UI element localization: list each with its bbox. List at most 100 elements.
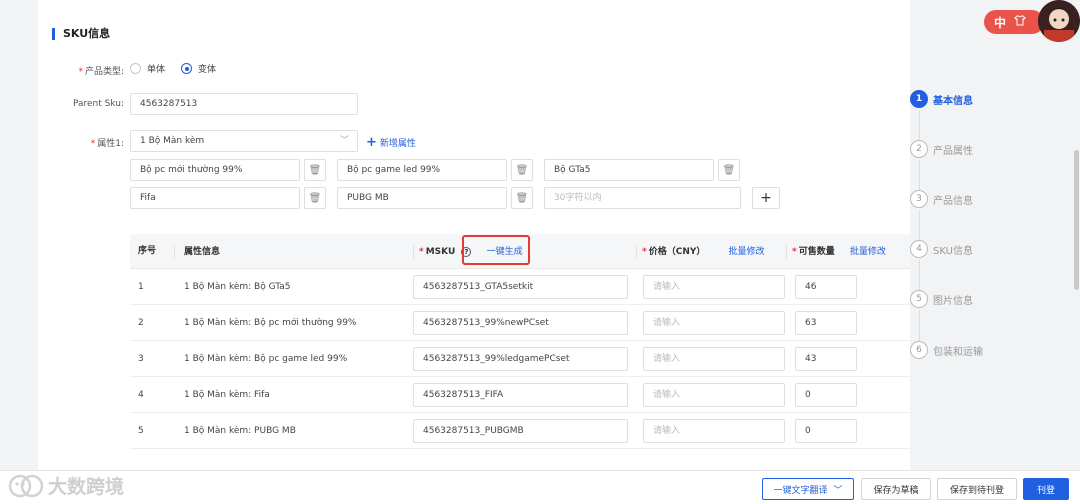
language-toggle[interactable]: 中 (984, 10, 1044, 34)
table-row: 3 1 Bộ Màn kèm: Bộ pc game led 99% 45632… (130, 341, 910, 377)
step-label: SKU信息 (933, 245, 973, 257)
step-label: 基本信息 (933, 95, 973, 107)
avatar[interactable] (1038, 0, 1080, 42)
stock-input[interactable]: 46 (795, 275, 857, 299)
radio-circle (130, 63, 141, 74)
publish-button[interactable]: 刊登 (1023, 478, 1069, 500)
price-input[interactable]: 请输入 (643, 347, 785, 371)
attribute-select-value: 1 Bộ Màn kèm (140, 136, 205, 146)
add-value-button[interactable]: + (752, 187, 780, 209)
scrollbar[interactable] (1074, 150, 1079, 290)
step-number: 2 (910, 140, 928, 158)
shirt-icon (1014, 15, 1026, 29)
stock-input[interactable]: 0 (795, 383, 857, 407)
step-connector (919, 210, 920, 240)
chevron-down-icon: ﹀ (339, 136, 349, 146)
table-row: 2 1 Bộ Màn kèm: Bộ pc mới thường 99% 456… (130, 305, 910, 341)
table-row: 1 1 Bộ Màn kèm: Bộ GTa5 4563287513_GTA5s… (130, 269, 910, 305)
row-index: 4 (138, 390, 144, 400)
radio-single[interactable]: 单体 (130, 62, 165, 75)
plus-icon: + (366, 135, 377, 150)
attribute-value-input[interactable]: PUBG MB (337, 187, 507, 209)
table-row: 4 1 Bộ Màn kèm: Fifa 4563287513_FIFA 请输入… (130, 377, 910, 413)
row-attr: 1 Bộ Màn kèm: Bộ GTa5 (184, 282, 291, 292)
price-input[interactable]: 请输入 (643, 419, 785, 443)
step-label: 图片信息 (933, 295, 973, 307)
translate-button[interactable]: 一键文字翻译 ﹀ (762, 478, 854, 500)
trash-icon[interactable]: 🗑 (511, 159, 533, 181)
trash-icon[interactable]: 🗑 (304, 159, 326, 181)
step-number: 3 (910, 190, 928, 208)
msku-input[interactable]: 4563287513_99%newPCset (413, 311, 628, 335)
price-batch-edit-link[interactable]: 批量修改 (729, 247, 765, 257)
radio-single-label: 单体 (147, 65, 166, 75)
step-image-info[interactable]: 5 图片信息 (910, 290, 973, 308)
parent-sku-input[interactable]: 4563287513 (130, 93, 358, 115)
translate-label: 一键文字翻译 (773, 485, 828, 496)
msku-input[interactable]: 4563287513_PUBGMB (413, 419, 628, 443)
language-label: 中 (994, 15, 1007, 30)
stock-input[interactable]: 0 (795, 419, 857, 443)
radio-variant[interactable]: 变体 (181, 62, 216, 75)
add-attribute-button[interactable]: + 新增属性 (366, 136, 416, 149)
step-sku-info[interactable]: 4 SKU信息 (910, 240, 973, 258)
row-attr: 1 Bộ Màn kèm: Fifa (184, 390, 270, 400)
sku-table: 序号 属性信息 * MSKU ? 一键生成 * 价格（CNY） 批量修改 * 可售数量… (130, 234, 910, 450)
section-title: SKU信息 (52, 28, 110, 40)
step-packaging-shipping[interactable]: 6 包装和运输 (910, 341, 983, 359)
highlight-box (462, 235, 530, 265)
price-input[interactable]: 请输入 (643, 311, 785, 335)
row-index: 5 (138, 426, 144, 436)
price-input[interactable]: 请输入 (643, 275, 785, 299)
save-draft-button[interactable]: 保存为草稿 (861, 478, 931, 500)
col-index: 序号 (138, 246, 157, 256)
msku-input[interactable]: 4563287513_GTA5setkit (413, 275, 628, 299)
step-label: 产品信息 (933, 195, 973, 207)
step-nav: 1 基本信息 2 产品属性 3 产品信息 4 SKU信息 5 图片信息 6 包装… (910, 0, 1080, 470)
brand-watermark: 大数跨境 (8, 472, 124, 499)
col-price: * 价格（CNY） 批量修改 (636, 245, 765, 259)
trash-icon[interactable]: 🗑 (304, 187, 326, 209)
attribute-value-input[interactable]: Bộ GTa5 (544, 159, 714, 181)
stock-input[interactable]: 43 (795, 347, 857, 371)
step-product-attributes[interactable]: 2 产品属性 (910, 140, 973, 158)
parent-sku-label: Parent Sku: (72, 99, 124, 109)
step-connector (919, 260, 920, 290)
radio-variant-label: 变体 (198, 65, 217, 75)
plus-icon: + (760, 190, 772, 206)
step-number: 4 (910, 240, 928, 258)
attribute-value-input[interactable]: Bộ pc mới thường 99% (130, 159, 300, 181)
row-attr: 1 Bộ Màn kèm: Bộ pc mới thường 99% (184, 318, 357, 328)
footer-bar: 一键文字翻译 ﹀ 保存为草稿 保存到待刊登 刊登 (0, 470, 1080, 504)
col-stock: * 可售数量 批量修改 (786, 245, 886, 259)
trash-icon[interactable]: 🗑 (718, 159, 740, 181)
trash-icon[interactable]: 🗑 (511, 187, 533, 209)
price-input[interactable]: 请输入 (643, 383, 785, 407)
step-connector (919, 310, 920, 341)
attribute-select[interactable]: 1 Bộ Màn kèm ﹀ (130, 130, 358, 152)
col-attr: 属性信息 (174, 245, 220, 259)
product-type-label: * 产品类型: (78, 67, 124, 77)
step-connector (919, 160, 920, 190)
save-pending-button[interactable]: 保存到待刊登 (937, 478, 1017, 500)
add-attribute-label: 新增属性 (379, 139, 416, 149)
msku-input[interactable]: 4563287513_FIFA (413, 383, 628, 407)
attribute-label: * 属性1: (90, 139, 124, 149)
radio-circle-checked (181, 63, 192, 74)
attribute-value-new-input[interactable]: 30字符以内 (544, 187, 741, 209)
step-label: 产品属性 (933, 145, 973, 157)
stock-batch-edit-link[interactable]: 批量修改 (850, 247, 886, 257)
attribute-value-input[interactable]: Bộ pc game led 99% (337, 159, 507, 181)
attribute-value-input[interactable]: Fifa (130, 187, 300, 209)
row-attr: 1 Bộ Màn kèm: PUBG MB (184, 426, 296, 436)
stock-input[interactable]: 63 (795, 311, 857, 335)
step-label: 包装和运输 (933, 346, 983, 358)
row-index: 3 (138, 354, 144, 364)
step-number: 1 (910, 90, 928, 108)
step-connector (919, 110, 920, 140)
msku-input[interactable]: 4563287513_99%ledgamePCset (413, 347, 628, 371)
step-basic-info[interactable]: 1 基本信息 (910, 90, 973, 108)
step-product-info[interactable]: 3 产品信息 (910, 190, 973, 208)
brand-logo-icon (8, 473, 44, 499)
row-index: 1 (138, 282, 144, 292)
